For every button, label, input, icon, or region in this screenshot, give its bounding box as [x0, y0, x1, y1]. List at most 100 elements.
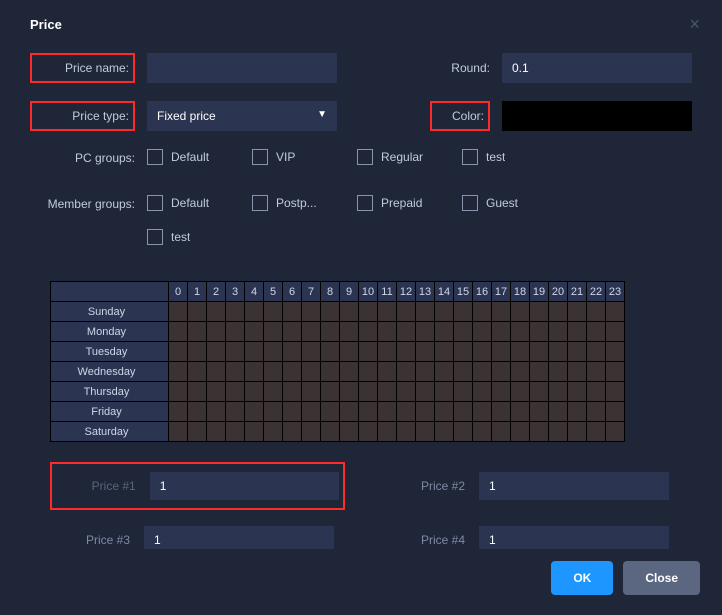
schedule-cell[interactable]: [283, 342, 302, 362]
schedule-cell[interactable]: [568, 382, 587, 402]
schedule-cell[interactable]: [454, 302, 473, 322]
schedule-cell[interactable]: [587, 322, 606, 342]
round-input[interactable]: [502, 53, 692, 83]
schedule-cell[interactable]: [321, 322, 340, 342]
price-tier-input[interactable]: [479, 472, 669, 500]
checkbox-icon[interactable]: [147, 195, 163, 211]
schedule-cell[interactable]: [435, 382, 454, 402]
schedule-cell[interactable]: [435, 362, 454, 382]
schedule-cell[interactable]: [416, 362, 435, 382]
schedule-cell[interactable]: [169, 402, 188, 422]
schedule-cell[interactable]: [454, 322, 473, 342]
schedule-cell[interactable]: [568, 342, 587, 362]
pc-group-item[interactable]: test: [462, 149, 567, 165]
schedule-cell[interactable]: [245, 342, 264, 362]
schedule-cell[interactable]: [264, 342, 283, 362]
schedule-cell[interactable]: [226, 362, 245, 382]
member-group-item[interactable]: Default: [147, 195, 252, 211]
schedule-cell[interactable]: [302, 382, 321, 402]
schedule-cell[interactable]: [549, 302, 568, 322]
checkbox-icon[interactable]: [462, 195, 478, 211]
schedule-cell[interactable]: [302, 422, 321, 442]
schedule-cell[interactable]: [359, 382, 378, 402]
schedule-cell[interactable]: [283, 382, 302, 402]
schedule-cell[interactable]: [397, 382, 416, 402]
schedule-cell[interactable]: [283, 362, 302, 382]
checkbox-icon[interactable]: [147, 149, 163, 165]
schedule-cell[interactable]: [245, 322, 264, 342]
schedule-cell[interactable]: [435, 402, 454, 422]
checkbox-icon[interactable]: [147, 229, 163, 245]
schedule-cell[interactable]: [549, 402, 568, 422]
schedule-cell[interactable]: [397, 302, 416, 322]
schedule-cell[interactable]: [321, 302, 340, 322]
schedule-cell[interactable]: [378, 382, 397, 402]
schedule-cell[interactable]: [340, 322, 359, 342]
schedule-cell[interactable]: [606, 342, 625, 362]
schedule-cell[interactable]: [226, 422, 245, 442]
schedule-cell[interactable]: [416, 382, 435, 402]
schedule-cell[interactable]: [530, 322, 549, 342]
schedule-cell[interactable]: [340, 362, 359, 382]
schedule-cell[interactable]: [492, 382, 511, 402]
schedule-cell[interactable]: [435, 302, 454, 322]
schedule-cell[interactable]: [606, 322, 625, 342]
schedule-cell[interactable]: [454, 342, 473, 362]
schedule-cell[interactable]: [245, 402, 264, 422]
schedule-cell[interactable]: [473, 322, 492, 342]
schedule-cell[interactable]: [169, 382, 188, 402]
schedule-cell[interactable]: [264, 302, 283, 322]
schedule-cell[interactable]: [169, 302, 188, 322]
schedule-cell[interactable]: [169, 342, 188, 362]
schedule-cell[interactable]: [226, 302, 245, 322]
schedule-cell[interactable]: [511, 302, 530, 322]
schedule-cell[interactable]: [454, 422, 473, 442]
schedule-cell[interactable]: [549, 422, 568, 442]
schedule-cell[interactable]: [321, 422, 340, 442]
schedule-cell[interactable]: [397, 362, 416, 382]
schedule-cell[interactable]: [416, 342, 435, 362]
schedule-cell[interactable]: [245, 362, 264, 382]
schedule-cell[interactable]: [511, 342, 530, 362]
schedule-cell[interactable]: [169, 322, 188, 342]
schedule-cell[interactable]: [207, 362, 226, 382]
schedule-cell[interactable]: [549, 342, 568, 362]
schedule-cell[interactable]: [245, 422, 264, 442]
schedule-cell[interactable]: [454, 362, 473, 382]
schedule-cell[interactable]: [568, 422, 587, 442]
schedule-cell[interactable]: [530, 302, 549, 322]
color-swatch[interactable]: [502, 101, 692, 131]
schedule-cell[interactable]: [454, 382, 473, 402]
schedule-cell[interactable]: [188, 382, 207, 402]
schedule-cell[interactable]: [606, 382, 625, 402]
schedule-cell[interactable]: [530, 342, 549, 362]
checkbox-icon[interactable]: [357, 195, 373, 211]
schedule-cell[interactable]: [416, 422, 435, 442]
schedule-cell[interactable]: [511, 362, 530, 382]
checkbox-icon[interactable]: [252, 195, 268, 211]
price-tier-input[interactable]: [479, 526, 669, 549]
schedule-cell[interactable]: [226, 402, 245, 422]
schedule-cell[interactable]: [359, 342, 378, 362]
schedule-cell[interactable]: [397, 322, 416, 342]
member-group-item[interactable]: Guest: [462, 195, 567, 211]
schedule-cell[interactable]: [492, 362, 511, 382]
ok-button[interactable]: OK: [551, 561, 613, 595]
schedule-cell[interactable]: [492, 342, 511, 362]
schedule-cell[interactable]: [492, 322, 511, 342]
schedule-cell[interactable]: [606, 362, 625, 382]
schedule-cell[interactable]: [378, 302, 397, 322]
schedule-cell[interactable]: [549, 322, 568, 342]
schedule-cell[interactable]: [321, 362, 340, 382]
schedule-cell[interactable]: [302, 362, 321, 382]
schedule-cell[interactable]: [549, 382, 568, 402]
schedule-cell[interactable]: [473, 382, 492, 402]
schedule-cell[interactable]: [511, 382, 530, 402]
schedule-cell[interactable]: [397, 402, 416, 422]
schedule-cell[interactable]: [378, 322, 397, 342]
schedule-cell[interactable]: [188, 362, 207, 382]
schedule-cell[interactable]: [568, 402, 587, 422]
schedule-cell[interactable]: [530, 422, 549, 442]
schedule-cell[interactable]: [340, 422, 359, 442]
schedule-cell[interactable]: [226, 322, 245, 342]
